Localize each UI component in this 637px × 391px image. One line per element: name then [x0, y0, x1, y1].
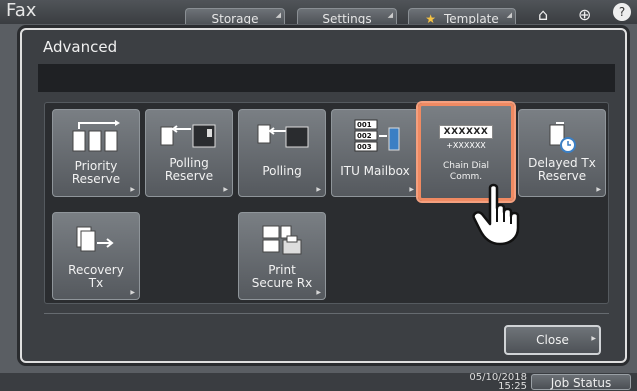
- print-secure-rx-button[interactable]: Print Secure Rx ▶: [238, 212, 326, 300]
- tile-label: ITU Mailbox: [340, 164, 410, 178]
- priority-reserve-button[interactable]: Priority Reserve ▶: [52, 109, 140, 197]
- tile-label: Chain Dial Comm.: [442, 161, 489, 182]
- polling-reserve-button[interactable]: Polling Reserve ▶: [145, 109, 233, 197]
- job-status-button[interactable]: Job Status: [531, 374, 631, 390]
- delayed-tx-reserve-button[interactable]: Delayed Tx Reserve ▶: [518, 109, 606, 197]
- delayed-tx-icon: [519, 118, 605, 156]
- tile-label: Print Secure Rx: [251, 263, 313, 290]
- message-bar: [38, 64, 615, 92]
- hand-pointer-icon: [470, 182, 526, 250]
- tile-label: Polling Reserve: [164, 156, 214, 183]
- tile-label: Polling: [262, 164, 302, 178]
- recovery-tx-icon: [53, 221, 139, 259]
- print-secure-rx-icon: [239, 221, 325, 259]
- priority-reserve-icon: [53, 118, 139, 156]
- itu-mailbox-button[interactable]: 001 002 003 ITU Mailbox ▶: [331, 109, 419, 197]
- tile-label: Recovery Tx: [68, 263, 124, 290]
- chain-dial-icon: XXXXXX +XXXXXX: [421, 118, 511, 156]
- dialog-title: Advanced: [43, 38, 118, 56]
- svg-text:001: 001: [357, 121, 372, 129]
- help-icon[interactable]: ?: [613, 3, 631, 21]
- close-button[interactable]: Close ▶: [504, 325, 601, 355]
- globe-icon[interactable]: ⊕: [578, 5, 591, 24]
- app-title: Fax: [6, 0, 37, 21]
- polling-button[interactable]: Polling ▶: [238, 109, 326, 197]
- polling-reserve-icon: [146, 118, 232, 156]
- tile-label: Delayed Tx Reserve: [528, 156, 596, 183]
- recovery-tx-button[interactable]: Recovery Tx ▶: [52, 212, 140, 300]
- app-header: Fax Storage ◢ Settings ◢ ★ Template ◢ ⌂ ⊕ ?: [0, 0, 637, 26]
- home-icon[interactable]: ⌂: [538, 5, 548, 24]
- date-time: 05/10/2018 15:25: [469, 372, 527, 391]
- svg-text:003: 003: [357, 143, 372, 151]
- app-footer: 05/10/2018 15:25 Job Status: [0, 373, 637, 391]
- svg-text:002: 002: [357, 132, 372, 140]
- tile-label: Priority Reserve: [71, 159, 121, 186]
- advanced-dialog: Advanced Priority Reserve ▶ Polling Rese…: [20, 28, 627, 363]
- divider: [44, 313, 609, 314]
- polling-icon: [239, 118, 325, 156]
- itu-mailbox-icon: 001 002 003: [332, 118, 418, 156]
